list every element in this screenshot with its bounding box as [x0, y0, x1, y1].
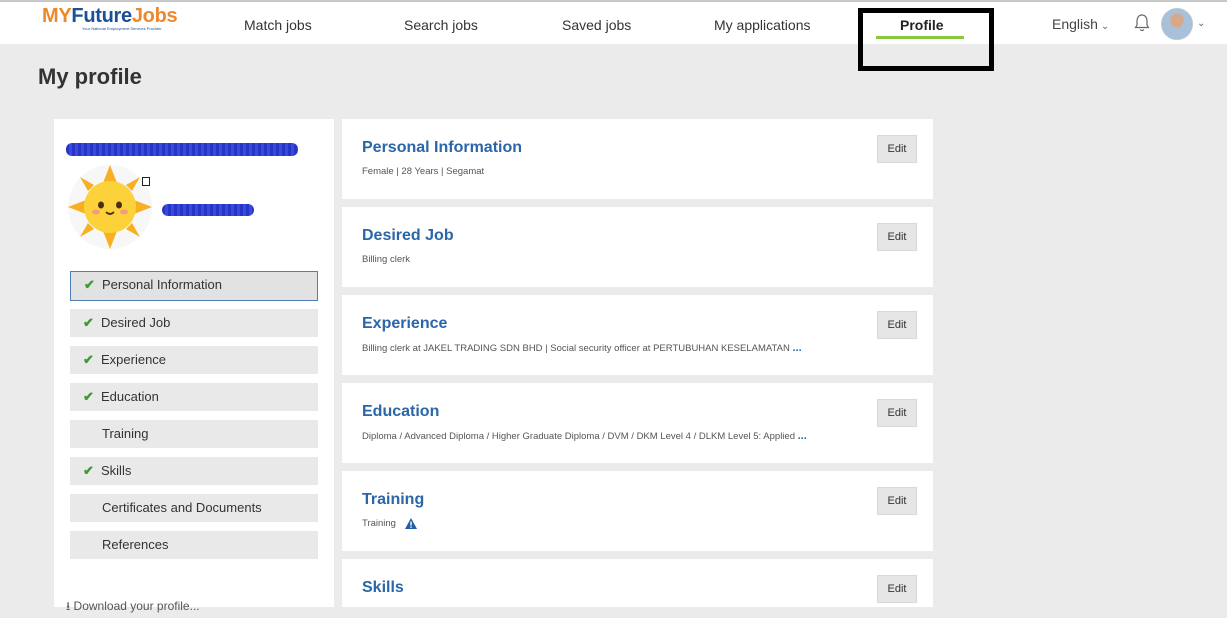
card-summary: Female | 28 Years | Segamat: [362, 166, 485, 177]
card-skills: Skills Edit: [342, 559, 933, 607]
edit-button[interactable]: Edit: [877, 487, 917, 515]
card-summary: Billing clerk at JAKEL TRADING SDN BHD |…: [362, 342, 802, 354]
card-title[interactable]: Experience: [362, 315, 447, 333]
check-icon: ✔: [83, 463, 94, 478]
card-summary: Training: [362, 518, 417, 529]
download-profile-link[interactable]: ⭳ Download your profile...: [66, 597, 200, 618]
sidebar-item-education[interactable]: ✔ Education: [70, 383, 318, 411]
card-title[interactable]: Skills: [362, 579, 404, 597]
profile-sidebar: ✔ Personal Information ✔ Desired Job ✔ E…: [54, 119, 334, 613]
sidebar-item-references[interactable]: References: [70, 531, 318, 559]
more-indicator[interactable]: ...: [798, 430, 807, 442]
warning-icon: [404, 518, 417, 529]
card-title[interactable]: Desired Job: [362, 227, 454, 245]
page-title: My profile: [38, 64, 142, 89]
sidebar-item-desired-job[interactable]: ✔ Desired Job: [70, 309, 318, 337]
check-icon: ✔: [84, 277, 95, 292]
sidebar-item-certificates-and-documents[interactable]: Certificates and Documents: [70, 494, 318, 522]
edit-button[interactable]: Edit: [877, 399, 917, 427]
card-desired-job: Desired Job Billing clerk Edit: [342, 207, 933, 287]
edit-photo-icon[interactable]: [142, 177, 150, 186]
chevron-down-icon: ⌄: [1100, 21, 1110, 32]
sidebar-item-training[interactable]: Training: [70, 420, 318, 448]
download-icon: ⭳: [66, 599, 71, 613]
card-title[interactable]: Education: [362, 403, 439, 421]
card-training: Training Training Edit: [342, 471, 933, 551]
chevron-down-icon[interactable]: ⌄: [1197, 18, 1205, 29]
language-selector[interactable]: English ⌄: [1052, 16, 1109, 32]
card-experience: Experience Billing clerk at JAKEL TRADIN…: [342, 295, 933, 375]
more-indicator[interactable]: ...: [792, 342, 801, 354]
myfuturejobs-logo[interactable]: MYFutureJobs Your National Employment Se…: [42, 6, 178, 31]
edit-button[interactable]: Edit: [877, 575, 917, 603]
nav-search-jobs[interactable]: Search jobs: [404, 17, 478, 33]
edit-button[interactable]: Edit: [877, 135, 917, 163]
check-icon: ✔: [83, 352, 94, 367]
redacted-subtitle: [162, 204, 254, 216]
card-title[interactable]: Personal Information: [362, 139, 522, 157]
edit-button[interactable]: Edit: [877, 223, 917, 251]
nav-my-applications[interactable]: My applications: [714, 17, 811, 33]
check-icon: ✔: [83, 389, 94, 404]
top-navigation-bar: MYFutureJobs Your National Employment Se…: [0, 0, 1227, 44]
sidebar-item-experience[interactable]: ✔ Experience: [70, 346, 318, 374]
card-personal-information: Personal Information Female | 28 Years |…: [342, 119, 933, 199]
nav-saved-jobs[interactable]: Saved jobs: [562, 17, 631, 33]
nav-match-jobs[interactable]: Match jobs: [244, 17, 312, 33]
user-avatar[interactable]: [1161, 8, 1193, 40]
edit-button[interactable]: Edit: [877, 311, 917, 339]
card-title[interactable]: Training: [362, 491, 424, 509]
logo-tagline: Your National Employment Services Provid…: [82, 26, 162, 31]
card-summary: Diploma / Advanced Diploma / Higher Grad…: [362, 430, 807, 442]
bell-icon[interactable]: [1133, 13, 1151, 33]
check-icon: ✔: [83, 315, 94, 330]
card-summary: Billing clerk: [362, 254, 411, 265]
card-education: Education Diploma / Advanced Diploma / H…: [342, 383, 933, 463]
redacted-name: [66, 143, 298, 156]
active-tab-underline: [876, 36, 964, 39]
sidebar-item-personal-information[interactable]: ✔ Personal Information: [70, 271, 318, 301]
sidebar-item-skills[interactable]: ✔ Skills: [70, 457, 318, 485]
nav-profile[interactable]: Profile: [900, 17, 944, 33]
sun-avatar-icon[interactable]: [62, 159, 158, 255]
